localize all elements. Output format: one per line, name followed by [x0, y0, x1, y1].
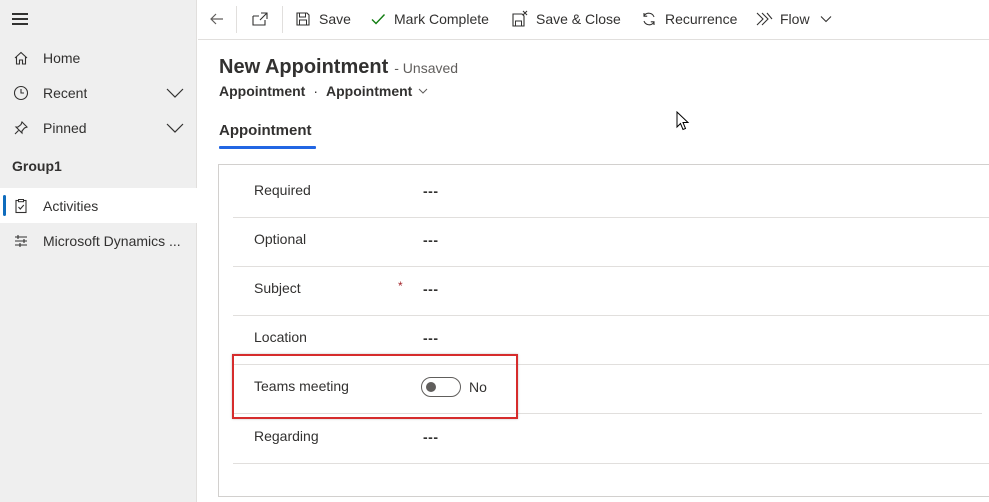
save-label: Save [319, 11, 351, 27]
breadcrumb: Appointment · Appointment [219, 83, 429, 99]
active-indicator [3, 195, 6, 216]
save-status: - Unsaved [394, 60, 459, 76]
sidebar-item-pinned[interactable]: Pinned [0, 110, 197, 145]
clipboard-icon [12, 197, 30, 215]
flow-dropdown-button[interactable] [818, 0, 834, 38]
chevron-down-icon [820, 16, 832, 23]
field-label-location: Location [254, 329, 307, 345]
group-title: Group1 [12, 158, 62, 174]
divider [233, 463, 989, 464]
flow-button[interactable]: Flow [755, 0, 810, 38]
back-arrow-icon [208, 10, 226, 28]
back-button[interactable] [208, 0, 233, 38]
flow-label: Flow [780, 11, 810, 27]
breadcrumb-entity: Appointment [219, 83, 306, 99]
chevron-down-icon[interactable] [417, 85, 429, 97]
sidebar-item-activities[interactable]: Activities [0, 188, 197, 223]
divider [233, 266, 989, 267]
pin-icon [12, 119, 30, 137]
divider [236, 6, 237, 33]
sidebar-item-recent[interactable]: Recent [0, 75, 197, 110]
save-close-label: Save & Close [536, 11, 621, 27]
recurrence-label: Recurrence [665, 11, 738, 27]
recurrence-icon [640, 10, 658, 28]
save-close-icon [511, 10, 529, 28]
hamburger-menu-icon[interactable] [12, 13, 28, 25]
page-header: New Appointment - Unsaved [219, 56, 458, 79]
regarding-input[interactable]: --- [423, 429, 439, 445]
save-button[interactable]: Save [294, 0, 351, 38]
dynamics-icon [12, 232, 30, 250]
sidebar-item-label: Activities [43, 197, 99, 214]
sidebar-item-label: Pinned [43, 119, 87, 136]
save-icon [294, 10, 312, 28]
mark-complete-label: Mark Complete [394, 11, 489, 27]
chevron-down-icon[interactable] [165, 118, 185, 138]
required-attendees-input[interactable]: --- [423, 183, 439, 199]
form-selector[interactable]: Appointment [326, 83, 412, 99]
open-new-window-button[interactable] [251, 0, 276, 38]
save-close-button[interactable]: Save & Close [511, 0, 621, 38]
pop-out-icon [251, 10, 269, 28]
sidebar-item-label: Home [43, 49, 81, 66]
chevron-down-icon[interactable] [165, 83, 185, 103]
clock-icon [12, 84, 30, 102]
sidebar-item-home[interactable]: Home [0, 40, 197, 75]
recurrence-button[interactable]: Recurrence [640, 0, 737, 38]
field-label-optional: Optional [254, 231, 307, 247]
required-indicator: * [398, 279, 403, 293]
divider [282, 6, 283, 33]
highlight-annotation [232, 354, 518, 419]
sidebar-item-microsoft-dynamics[interactable]: Microsoft Dynamics ... [0, 223, 197, 258]
location-input[interactable]: --- [423, 330, 439, 346]
sidebar-item-label: Microsoft Dynamics ... [43, 232, 181, 249]
home-icon [12, 49, 30, 67]
subject-input[interactable]: --- [423, 281, 439, 297]
optional-attendees-input[interactable]: --- [423, 232, 439, 248]
divider [233, 217, 989, 218]
form-section [218, 164, 989, 497]
mouse-cursor-icon [676, 111, 690, 131]
sidebar: Home Recent Pinned Group1 Activities Mic… [0, 0, 197, 502]
tab-appointment[interactable]: Appointment [219, 122, 311, 139]
active-tab-indicator [219, 146, 316, 149]
sidebar-item-label: Recent [43, 84, 88, 101]
breadcrumb-separator: · [313, 83, 318, 99]
field-label-regarding: Regarding [254, 428, 319, 444]
checkmark-icon [369, 10, 387, 28]
divider [233, 315, 989, 316]
field-label-required: Required [254, 182, 311, 198]
command-bar: Save Mark Complete Save & Close Recurren… [198, 0, 989, 40]
mark-complete-button[interactable]: Mark Complete [369, 0, 489, 38]
page-title: New Appointment [219, 56, 389, 78]
field-label-subject: Subject [254, 280, 301, 296]
flow-icon [755, 10, 773, 28]
